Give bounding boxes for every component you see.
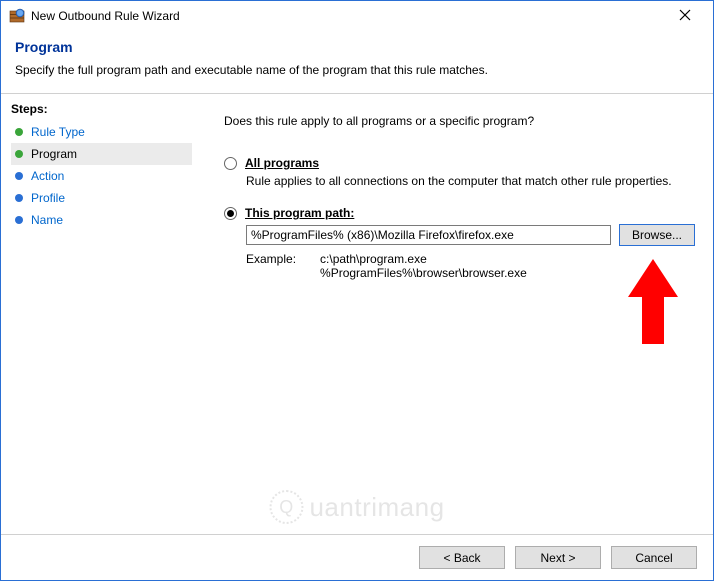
this-path-label[interactable]: This program path: [245,206,354,220]
titlebar: New Outbound Rule Wizard [1,1,713,31]
bullet-icon [15,216,23,224]
bullet-icon [15,172,23,180]
bullet-icon [15,150,23,158]
back-button[interactable]: < Back [419,546,505,569]
step-link[interactable]: Action [31,169,64,183]
wizard-footer: < Back Next > Cancel [1,534,713,580]
option-all-programs[interactable]: All programs [224,156,695,170]
browse-button[interactable]: Browse... [619,224,695,246]
step-name[interactable]: Name [11,209,192,231]
all-programs-label[interactable]: All programs [245,156,319,170]
bullet-icon [15,194,23,202]
page-title: Program [15,39,699,55]
step-link[interactable]: Program [31,147,77,161]
program-path-input[interactable] [246,225,611,245]
page-subtitle: Specify the full program path and execut… [15,63,699,77]
step-profile[interactable]: Profile [11,187,192,209]
wizard-window: New Outbound Rule Wizard Program Specify… [0,0,714,581]
prompt-text: Does this rule apply to all programs or … [224,114,695,128]
option-this-path[interactable]: This program path: [224,206,695,220]
path-row: Browse... [246,224,695,246]
step-link[interactable]: Rule Type [31,125,85,139]
all-programs-desc: Rule applies to all connections on the c… [246,174,695,188]
bullet-icon [15,128,23,136]
content-pane: Does this rule apply to all programs or … [196,94,713,535]
example-label: Example: [246,252,296,280]
wizard-body: Steps: Rule Type Program Action Profile [1,94,713,535]
step-link[interactable]: Name [31,213,63,227]
firewall-icon [9,8,25,24]
steps-title: Steps: [11,102,192,116]
steps-list: Rule Type Program Action Profile Name [11,121,192,231]
close-button[interactable] [663,2,707,30]
step-program[interactable]: Program [11,143,192,165]
next-button[interactable]: Next > [515,546,601,569]
close-icon [679,8,691,24]
example-block: Example: c:\path\program.exe %ProgramFil… [246,252,695,280]
all-programs-radio[interactable] [224,157,237,170]
wizard-header: Program Specify the full program path an… [1,31,713,89]
this-path-radio[interactable] [224,207,237,220]
example-paths: c:\path\program.exe %ProgramFiles%\brows… [320,252,527,280]
step-link[interactable]: Profile [31,191,65,205]
step-action[interactable]: Action [11,165,192,187]
example-line-2: %ProgramFiles%\browser\browser.exe [320,266,527,280]
steps-sidebar: Steps: Rule Type Program Action Profile [1,94,196,535]
step-rule-type[interactable]: Rule Type [11,121,192,143]
window-title: New Outbound Rule Wizard [31,9,663,23]
example-line-1: c:\path\program.exe [320,252,527,266]
cancel-button[interactable]: Cancel [611,546,697,569]
